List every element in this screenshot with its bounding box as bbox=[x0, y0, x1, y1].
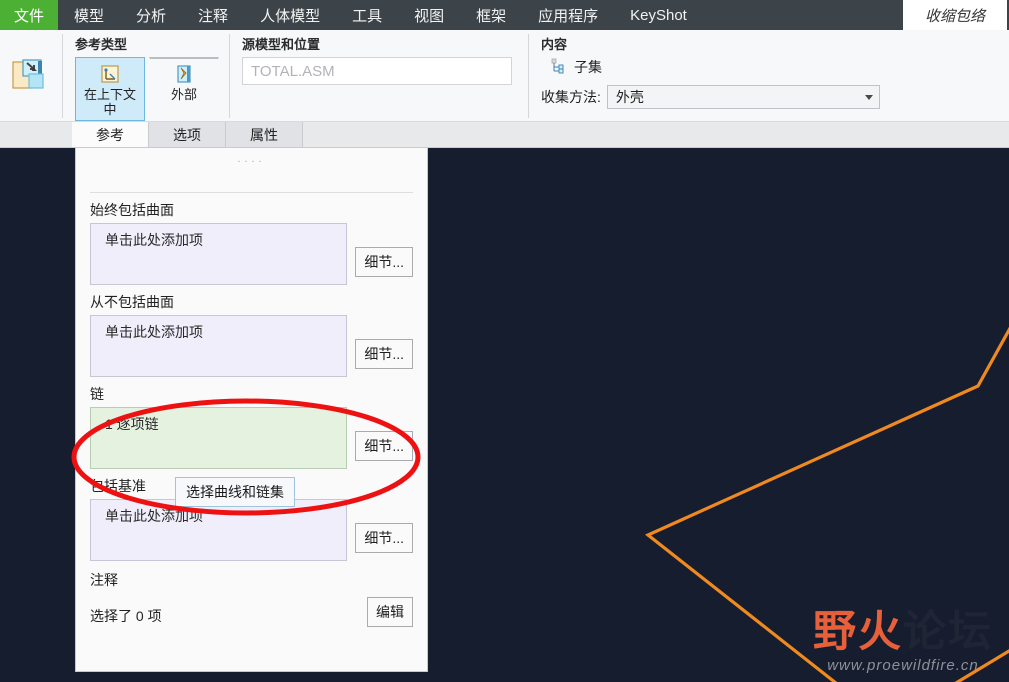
menu-item-annotate-label: 注释 bbox=[198, 7, 229, 25]
edit-button[interactable]: 编辑 bbox=[367, 597, 413, 627]
source-model-title: 源模型和位置 bbox=[242, 37, 321, 52]
in-context-icon bbox=[99, 63, 121, 85]
menu-item-view[interactable]: 视图 bbox=[398, 0, 460, 30]
field-always-include-surfaces: 始终包括曲面 单击此处添加项 细节... bbox=[76, 200, 427, 285]
ribbon-group-reference-type: 参考类型 在上下文中 外部 bbox=[63, 30, 229, 122]
tab-references-label: 参考 bbox=[96, 126, 124, 143]
include-datums-listbox[interactable]: 单击此处添加项 bbox=[90, 499, 348, 561]
never-include-surfaces-details-label: 细节... bbox=[364, 346, 404, 362]
field-always-include-surfaces-label: 始终包括曲面 bbox=[90, 202, 174, 218]
reference-type-external-button[interactable]: 外部 bbox=[149, 57, 219, 121]
never-include-surfaces-details-button[interactable]: 细节... bbox=[355, 339, 413, 369]
menu-item-framework-label: 框架 bbox=[476, 7, 507, 25]
chain-details-label: 细节... bbox=[364, 438, 404, 454]
menu-item-applications-label: 应用程序 bbox=[538, 7, 599, 25]
never-include-surfaces-placeholder: 单击此处添加项 bbox=[105, 324, 203, 340]
notes-label: 注释 bbox=[90, 572, 118, 588]
menu-item-framework[interactable]: 框架 bbox=[460, 0, 522, 30]
reference-type-in-context-label: 在上下文中 bbox=[83, 87, 136, 117]
ribbon-group-source-model: 源模型和位置 TOTAL.ASM bbox=[230, 30, 522, 122]
menu-item-model[interactable]: 模型 bbox=[58, 0, 120, 30]
watermark: 野火论坛 www.proewildfire.cn bbox=[813, 611, 993, 675]
menu-item-model-label: 模型 bbox=[74, 7, 105, 25]
menu-item-keyshot[interactable]: KeyShot bbox=[614, 0, 703, 30]
collection-method-value: 外壳 bbox=[615, 89, 644, 105]
subset-label: 子集 bbox=[574, 59, 602, 75]
tab-options-label: 选项 bbox=[173, 126, 201, 143]
panel-grip-handle[interactable]: .... bbox=[76, 148, 427, 170]
references-panel: .... 始终包括曲面 单击此处添加项 细节... 从不包括曲面 单击此处添加项 bbox=[75, 148, 428, 672]
tooltip-text: 选择曲线和链集 bbox=[186, 484, 284, 500]
tooltip-select-curves: 选择曲线和链集 bbox=[175, 477, 295, 507]
menu-item-applications[interactable]: 应用程序 bbox=[522, 0, 614, 30]
chain-details-button[interactable]: 细节... bbox=[355, 431, 413, 461]
watermark-logo-char2: 火 bbox=[858, 607, 903, 657]
tab-references[interactable]: 参考 bbox=[72, 122, 149, 147]
tab-shrinkwrap-label: 收缩包络 bbox=[924, 7, 985, 25]
collection-method-select[interactable]: 外壳 bbox=[606, 85, 880, 109]
edit-button-label: 编辑 bbox=[376, 604, 404, 620]
always-include-surfaces-details-label: 细节... bbox=[364, 254, 404, 270]
reference-type-external-label: 外部 bbox=[170, 87, 197, 102]
never-include-surfaces-listbox[interactable]: 单击此处添加项 bbox=[90, 315, 348, 377]
application-window: 文件 模型 分析 注释 人体模型 工具 视图 框架 应用程序 KeyShot 收… bbox=[0, 0, 1009, 682]
menu-item-file-label: 文件 bbox=[14, 7, 45, 25]
field-never-include-surfaces: 从不包括曲面 单击此处添加项 细节... bbox=[76, 292, 427, 377]
selected-count: 选择了 0 项 bbox=[90, 608, 162, 624]
collection-method-row: 收集方法: 外壳 bbox=[541, 85, 880, 109]
watermark-logo: 野火论坛 bbox=[813, 611, 993, 654]
chain-item: 1 逐项链 bbox=[105, 416, 159, 432]
tab-properties-label: 属性 bbox=[250, 126, 278, 143]
always-include-surfaces-details-button[interactable]: 细节... bbox=[355, 247, 413, 277]
chain-listbox[interactable]: 1 逐项链 bbox=[90, 407, 348, 469]
reference-type-in-context-button[interactable]: 在上下文中 bbox=[75, 57, 145, 121]
external-icon bbox=[173, 63, 195, 85]
notes-row: 选择了 0 项 编辑 bbox=[76, 597, 427, 635]
ribbon-group-content: 内容 子集 收集方法: 外壳 bbox=[529, 30, 890, 122]
include-datums-details-label: 细节... bbox=[364, 530, 404, 546]
menu-item-manikin[interactable]: 人体模型 bbox=[244, 0, 336, 30]
collection-method-label: 收集方法: bbox=[541, 89, 601, 105]
menu-item-tools-label: 工具 bbox=[352, 7, 383, 25]
content-title: 内容 bbox=[541, 37, 568, 52]
field-chain: 链 1 逐项链 细节... bbox=[76, 384, 427, 469]
reference-type-title: 参考类型 bbox=[75, 37, 128, 52]
subset-tree-icon bbox=[551, 58, 567, 77]
watermark-logo-char3: 论坛 bbox=[903, 607, 993, 657]
field-chain-label: 链 bbox=[90, 386, 104, 402]
ribbon-toolbar: 参考类型 在上下文中 外部 源模型和位置 TOTAL.ASM 内容 子集 收集方… bbox=[0, 30, 1009, 122]
menu-item-manikin-label: 人体模型 bbox=[260, 7, 321, 25]
menu-item-file[interactable]: 文件 bbox=[0, 0, 59, 30]
tab-properties[interactable]: 属性 bbox=[226, 122, 303, 147]
tab-options[interactable]: 选项 bbox=[149, 122, 226, 147]
menu-item-view-label: 视图 bbox=[414, 7, 445, 25]
source-model-value: TOTAL.ASM bbox=[251, 62, 335, 80]
tab-shrinkwrap[interactable]: 收缩包络 bbox=[900, 0, 1009, 30]
panel-divider bbox=[90, 192, 413, 193]
menu-item-analysis-label: 分析 bbox=[136, 7, 167, 25]
include-datums-placeholder: 单击此处添加项 bbox=[105, 508, 203, 524]
menu-item-annotate[interactable]: 注释 bbox=[182, 0, 244, 30]
dialog-tab-strip: 参考 选项 属性 bbox=[0, 122, 1009, 148]
field-never-include-surfaces-label: 从不包括曲面 bbox=[90, 294, 174, 310]
always-include-surfaces-listbox[interactable]: 单击此处添加项 bbox=[90, 223, 348, 285]
include-datums-details-button[interactable]: 细节... bbox=[355, 523, 413, 553]
menu-item-keyshot-label: KeyShot bbox=[630, 6, 687, 24]
menu-bar: 文件 模型 分析 注释 人体模型 工具 视图 框架 应用程序 KeyShot 收… bbox=[0, 0, 1009, 30]
source-model-input[interactable]: TOTAL.ASM bbox=[242, 57, 512, 85]
shrinkwrap-icon[interactable] bbox=[0, 30, 62, 122]
watermark-url: www.proewildfire.cn bbox=[827, 657, 979, 674]
chevron-down-icon bbox=[864, 94, 873, 100]
subset-button[interactable]: 子集 bbox=[551, 57, 880, 77]
always-include-surfaces-placeholder: 单击此处添加项 bbox=[105, 232, 203, 248]
menu-item-analysis[interactable]: 分析 bbox=[120, 0, 182, 30]
watermark-logo-char1: 野 bbox=[813, 607, 858, 657]
menu-item-tools[interactable]: 工具 bbox=[336, 0, 398, 30]
